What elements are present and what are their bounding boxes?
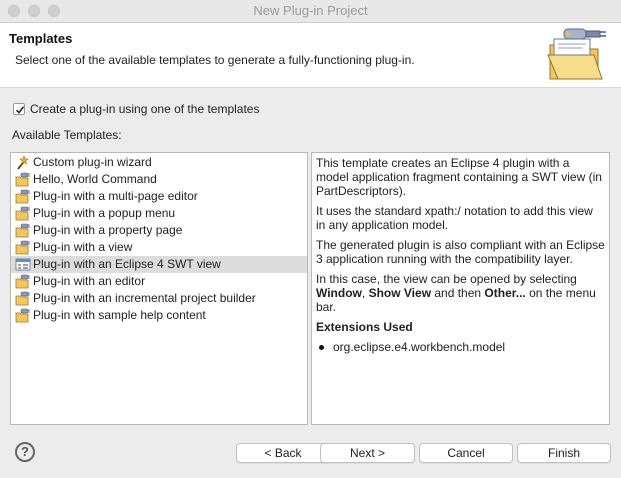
template-item-custom-wizard[interactable]: Custom plug-in wizard [11,154,307,171]
extension-item: org.eclipse.e4.workbench.model [316,340,605,354]
window-title: New Plug-in Project [253,3,368,18]
description-text: In this case, the view can be opened by … [316,272,577,286]
use-template-checkbox-label: Create a plug-in using one of the templa… [30,102,260,116]
template-item-property-page[interactable]: Plug-in with a property page [11,222,307,239]
finish-button[interactable]: Finish [517,443,611,463]
plugin-folder-icon [547,28,606,80]
template-item-multi-page-editor[interactable]: Plug-in with a multi-page editor [11,188,307,205]
show-view-menu-ref: Show View [368,286,432,300]
templates-list[interactable]: Custom plug-in wizard Hello, World Comma… [10,152,308,425]
back-button[interactable]: < Back [236,443,330,463]
other-menu-ref: Other... [484,286,526,300]
title-bar: New Plug-in Project [0,0,621,23]
available-templates-label: Available Templates: [12,128,122,142]
use-template-checkbox[interactable] [13,103,25,115]
template-label: Plug-in with a property page [33,223,183,237]
template-label: Plug-in with a popup menu [33,206,176,220]
description-paragraph: In this case, the view can be opened by … [316,272,605,314]
template-label: Plug-in with an editor [33,274,146,288]
page-description: Select one of the available templates to… [15,53,415,67]
plugin-template-icon [15,291,30,306]
wizard-footer: ? < Back Next > Cancel Finish [0,430,621,478]
plugin-template-icon [15,240,30,255]
help-icon[interactable]: ? [15,442,35,462]
template-item-editor[interactable]: Plug-in with an editor [11,273,307,290]
plugin-template-icon [15,274,30,289]
plugin-template-icon [15,223,30,238]
plugin-template-icon [15,206,30,221]
plugin-template-icon [15,189,30,204]
template-item-hello-world[interactable]: Hello, World Command [11,171,307,188]
description-text: , [361,286,369,300]
template-label: Custom plug-in wizard [33,155,152,169]
template-item-view[interactable]: Plug-in with a view [11,239,307,256]
template-item-e4-swt-view[interactable]: Plug-in with an Eclipse 4 SWT view [11,256,307,273]
template-label: Plug-in with sample help content [33,308,206,322]
template-item-help-content[interactable]: Plug-in with sample help content [11,307,307,324]
wizard-icon [17,155,29,170]
template-label: Plug-in with an Eclipse 4 SWT view [33,257,221,271]
description-paragraph: This template creates an Eclipse 4 plugi… [316,156,602,198]
template-label: Plug-in with an incremental project buil… [33,291,256,305]
template-item-popup-menu[interactable]: Plug-in with a popup menu [11,205,307,222]
plugin-template-icon [15,308,30,323]
checkmark-icon [15,106,25,114]
description-text: and then [431,286,485,300]
wizard-header: Templates Select one of the available te… [0,23,621,88]
window-menu-ref: Window [316,286,362,300]
next-button[interactable]: Next > [320,443,415,463]
e4-view-icon [15,258,31,271]
extensions-used-heading: Extensions Used [316,320,413,334]
template-description-panel: This template creates an Eclipse 4 plugi… [311,152,610,425]
cancel-button[interactable]: Cancel [419,443,513,463]
template-label: Plug-in with a multi-page editor [33,189,198,203]
page-title: Templates [9,31,73,46]
new-plugin-project-window: New Plug-in Project Templates Select one… [0,0,621,478]
description-paragraph: It uses the standard xpath:/ notation to… [316,204,593,232]
template-item-incremental-builder[interactable]: Plug-in with an incremental project buil… [11,290,307,307]
template-label: Hello, World Command [33,172,157,186]
plugin-template-icon [15,172,30,187]
template-label: Plug-in with a view [33,240,133,254]
description-paragraph: The generated plugin is also compliant w… [316,238,605,266]
